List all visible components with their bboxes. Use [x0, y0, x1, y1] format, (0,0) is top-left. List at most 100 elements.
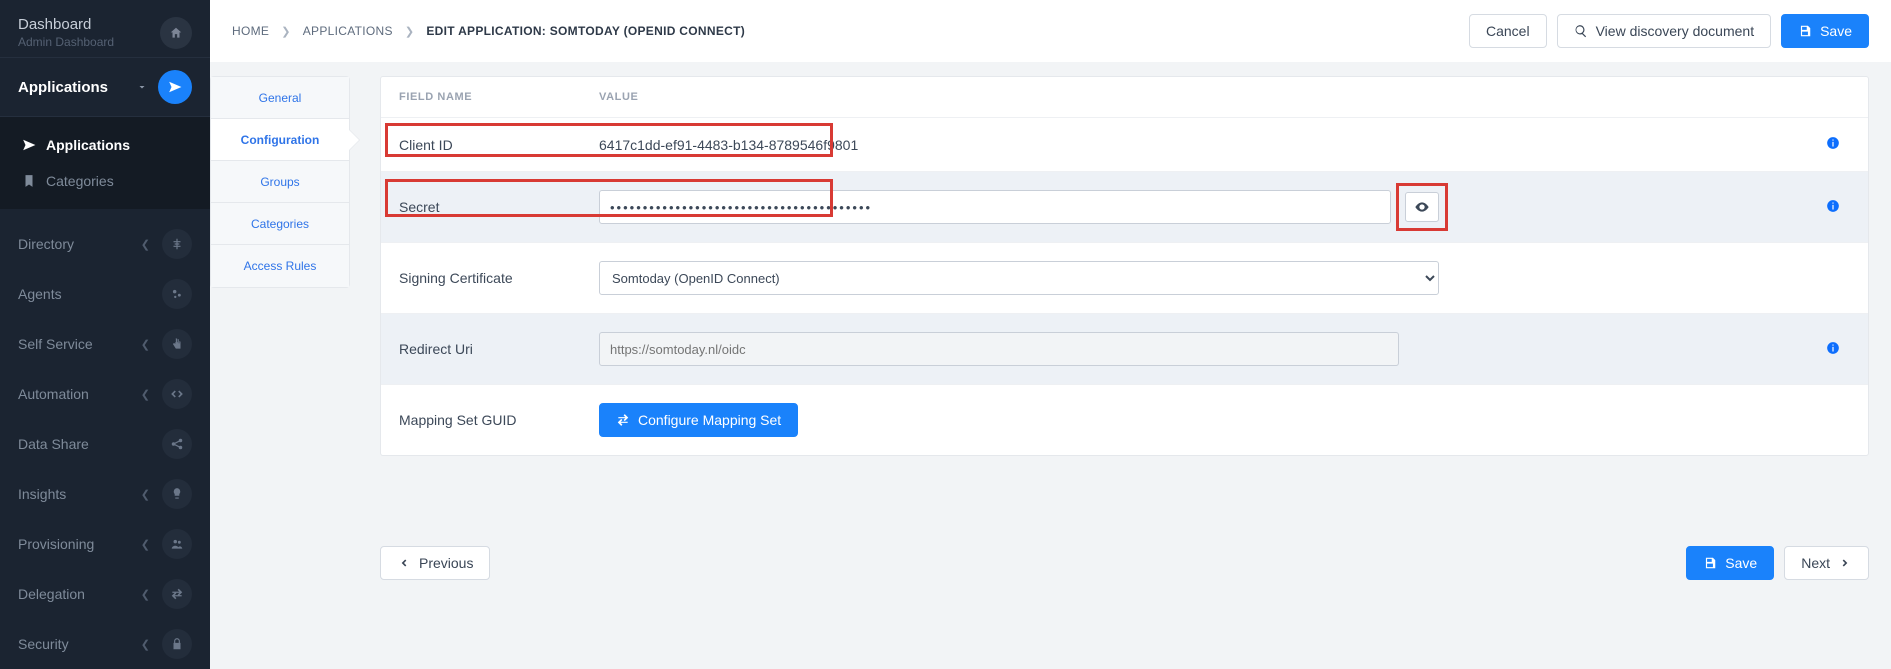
form-subnav: General Configuration Groups Categories … [210, 76, 350, 288]
arrow-right-icon [1838, 556, 1852, 570]
info-icon[interactable] [1826, 341, 1840, 355]
chevron-right-icon: ❯ [405, 25, 415, 38]
subnav-groups[interactable]: Groups [211, 161, 349, 203]
secret-input[interactable] [599, 190, 1391, 224]
chevron-left-icon: ❮ [141, 588, 150, 601]
sidebar-item-label: Automation [18, 386, 89, 402]
row-signing-certificate: Signing Certificate Somtoday (OpenID Con… [381, 243, 1868, 314]
users-icon [162, 529, 192, 559]
sidebar: Dashboard Admin Dashboard Applications [0, 0, 210, 669]
sidebar-item-insights[interactable]: Insights ❮ [0, 469, 210, 519]
cancel-button[interactable]: Cancel [1469, 14, 1547, 48]
transfer-icon [162, 579, 192, 609]
sidebar-item-automation[interactable]: Automation ❮ [0, 369, 210, 419]
topbar: HOME ❯ APPLICATIONS ❯ EDIT APPLICATION: … [210, 0, 1891, 62]
lock-icon [162, 629, 192, 659]
applications-fab-icon[interactable] [158, 70, 192, 104]
sidebar-item-data-share[interactable]: Data Share [0, 419, 210, 469]
row-secret: Secret [381, 172, 1868, 243]
chevron-left-icon: ❮ [141, 238, 150, 251]
sidebar-item-provisioning[interactable]: Provisioning ❮ [0, 519, 210, 569]
info-icon[interactable] [1826, 136, 1840, 150]
sidebar-subitem-categories[interactable]: Categories [0, 163, 210, 199]
client-id-value: 6417c1dd-ef91-4483-b134-8789546f9801 [599, 137, 858, 153]
sidebar-nav: Directory ❮ Agents Self Service ❮ Automa… [0, 209, 210, 669]
sidebar-item-directory[interactable]: Directory ❮ [0, 219, 210, 269]
row-mapping-set-guid: Mapping Set GUID Configure Mapping Set [381, 385, 1868, 456]
sidebar-item-self-service[interactable]: Self Service ❮ [0, 319, 210, 369]
sidebar-section-label: Applications [18, 79, 108, 96]
th-value: VALUE [581, 77, 1798, 118]
cogs-icon [162, 279, 192, 309]
subnav-access-rules[interactable]: Access Rules [211, 245, 349, 287]
field-label: Signing Certificate [381, 243, 581, 314]
sidebar-subitem-label: Applications [46, 137, 130, 153]
save-icon [1703, 556, 1717, 570]
sidebar-item-security[interactable]: Security ❮ [0, 619, 210, 669]
sidebar-item-label: Self Service [18, 336, 93, 352]
sidebar-section-applications[interactable]: Applications [0, 57, 210, 117]
previous-button[interactable]: Previous [380, 546, 490, 580]
sidebar-item-label: Insights [18, 486, 66, 502]
subnav-general[interactable]: General [211, 77, 349, 119]
share-icon [162, 429, 192, 459]
sidebar-subitem-applications[interactable]: Applications [0, 127, 210, 163]
info-icon[interactable] [1826, 199, 1840, 213]
sidebar-subitem-label: Categories [46, 173, 114, 189]
breadcrumb-home[interactable]: HOME [232, 24, 269, 38]
exchange-icon [616, 413, 630, 427]
breadcrumb: HOME ❯ APPLICATIONS ❯ EDIT APPLICATION: … [232, 24, 745, 38]
send-icon [22, 138, 36, 152]
sidebar-item-agents[interactable]: Agents [0, 269, 210, 319]
sidebar-item-label: Agents [18, 286, 62, 302]
bookmark-icon [22, 174, 36, 188]
home-icon[interactable] [160, 17, 192, 49]
eye-icon [1414, 199, 1430, 215]
row-redirect-uri: Redirect Uri [381, 314, 1868, 385]
search-icon [1574, 24, 1588, 38]
sidebar-item-delegation[interactable]: Delegation ❮ [0, 569, 210, 619]
field-label: Secret [381, 172, 581, 243]
subnav-configuration[interactable]: Configuration [211, 119, 349, 161]
button-label: Next [1801, 555, 1830, 571]
chevron-left-icon: ❮ [141, 638, 150, 651]
chevron-right-icon: ❯ [281, 25, 291, 38]
button-label: Save [1725, 555, 1757, 571]
save-button-top[interactable]: Save [1781, 14, 1869, 48]
chevron-down-icon [136, 81, 148, 93]
subnav-categories[interactable]: Categories [211, 203, 349, 245]
breadcrumb-current: EDIT APPLICATION: SOMTODAY (OPENID CONNE… [426, 24, 745, 38]
signing-certificate-select[interactable]: Somtoday (OpenID Connect) [599, 261, 1439, 295]
sidebar-dashboard-subtitle: Admin Dashboard [18, 35, 114, 49]
code-icon [162, 379, 192, 409]
sidebar-dashboard-title[interactable]: Dashboard [18, 16, 114, 33]
button-label: Save [1820, 23, 1852, 39]
breadcrumb-applications[interactable]: APPLICATIONS [303, 24, 393, 38]
sidebar-item-label: Directory [18, 236, 74, 252]
sidebar-item-label: Provisioning [18, 536, 94, 552]
field-label: Client ID [381, 118, 581, 172]
sidebar-item-label: Security [18, 636, 69, 652]
button-label: Configure Mapping Set [638, 412, 781, 428]
save-button-bottom[interactable]: Save [1686, 546, 1774, 580]
sitemap-icon [162, 229, 192, 259]
field-label: Mapping Set GUID [381, 385, 581, 456]
field-label: Redirect Uri [381, 314, 581, 385]
chevron-left-icon: ❮ [141, 538, 150, 551]
th-field-name: FIELD NAME [381, 77, 581, 118]
save-icon [1798, 24, 1812, 38]
configure-mapping-set-button[interactable]: Configure Mapping Set [599, 403, 798, 437]
chevron-left-icon: ❮ [141, 388, 150, 401]
chevron-left-icon: ❮ [141, 488, 150, 501]
lightbulb-icon [162, 479, 192, 509]
arrow-left-icon [397, 556, 411, 570]
chevron-left-icon: ❮ [141, 338, 150, 351]
next-button[interactable]: Next [1784, 546, 1869, 580]
toggle-secret-visibility[interactable] [1405, 192, 1439, 222]
hand-icon [162, 329, 192, 359]
sidebar-item-label: Data Share [18, 436, 89, 452]
sidebar-item-label: Delegation [18, 586, 85, 602]
row-client-id: Client ID 6417c1dd-ef91-4483-b134-878954… [381, 118, 1868, 172]
redirect-uri-input[interactable] [599, 332, 1399, 366]
view-discovery-button[interactable]: View discovery document [1557, 14, 1771, 48]
